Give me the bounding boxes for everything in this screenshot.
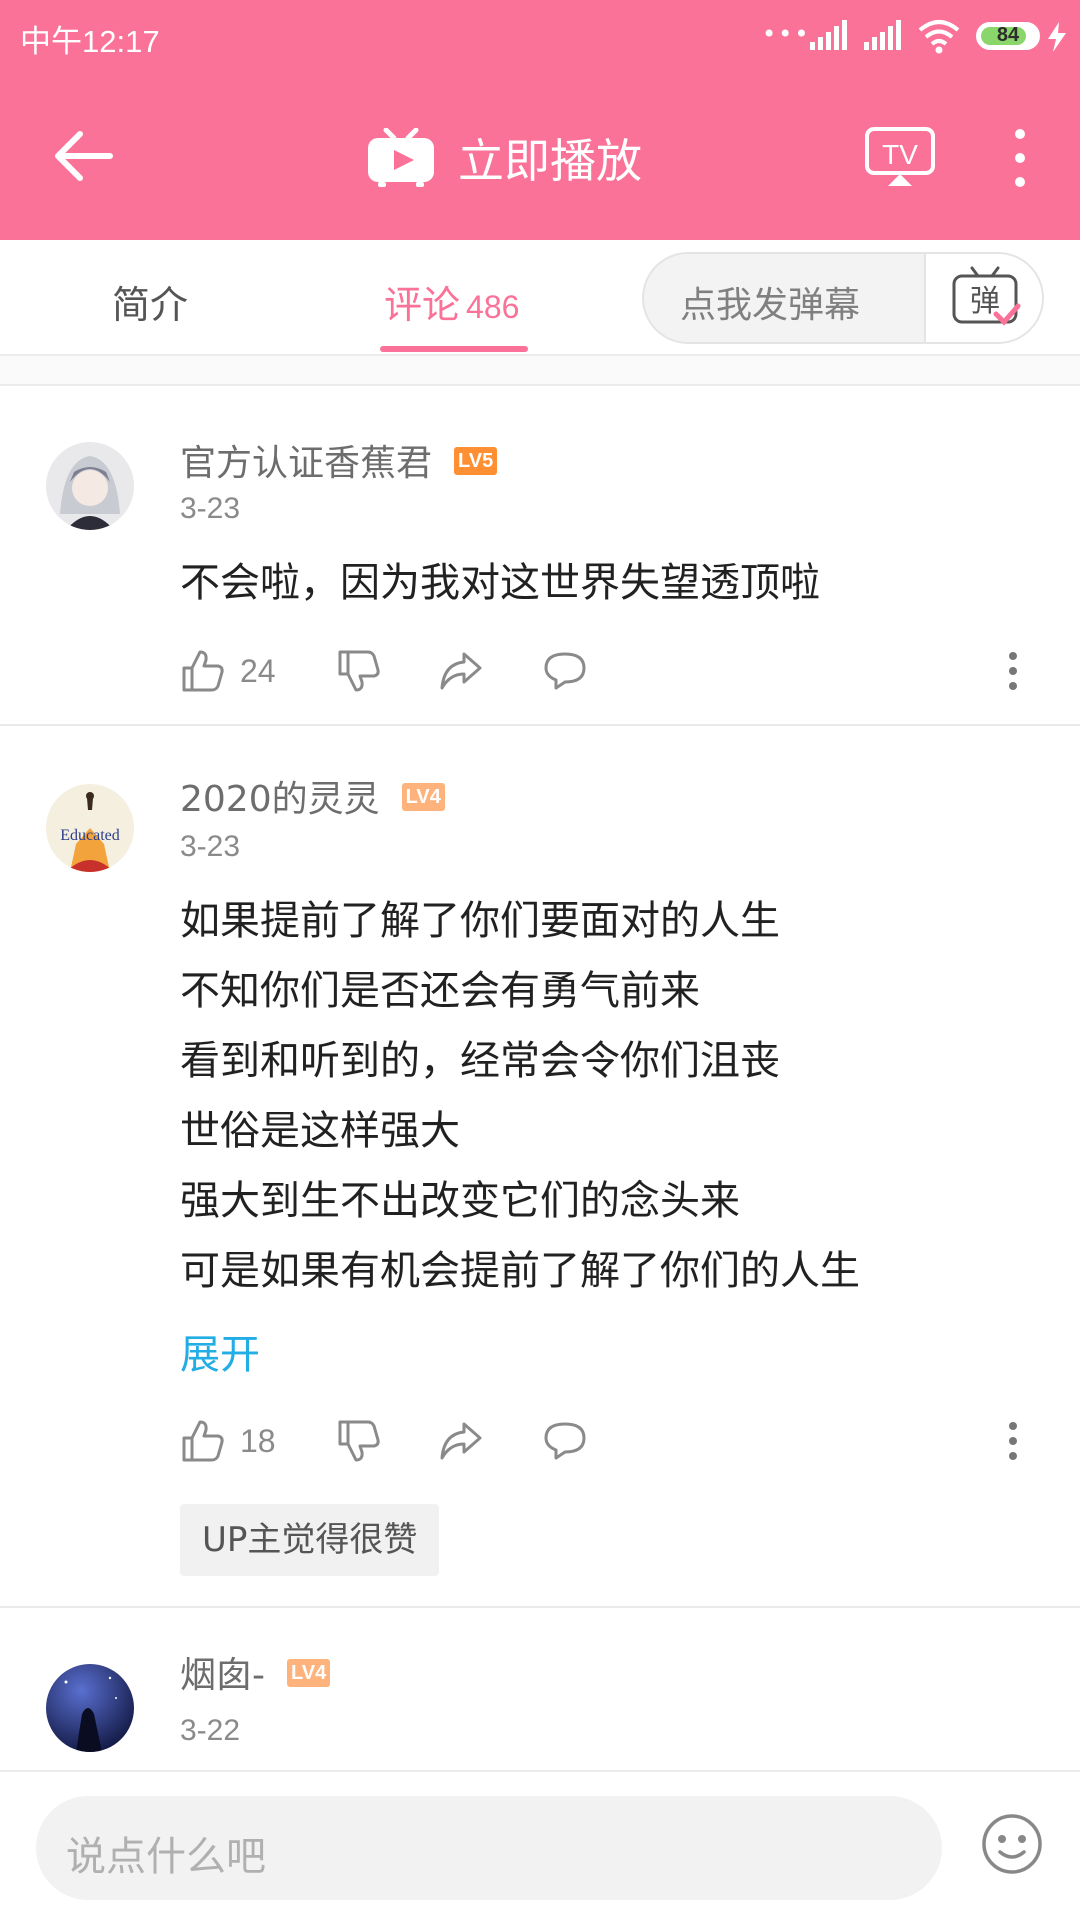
comment-line: 不知你们是否还会有勇气前来 <box>180 968 700 1014</box>
section-separator <box>0 356 1080 386</box>
svg-text:TV: TV <box>882 139 918 170</box>
app-header: 中午12:17 ••• 84 立即播放 TV <box>0 0 1080 240</box>
more-vert-icon <box>1009 652 1017 690</box>
comment-more-button[interactable] <box>998 644 1028 698</box>
comment-line: 可是如果有机会提前了解了你们的人生 <box>180 1248 860 1294</box>
tab-comments-label: 评论 <box>384 283 461 327</box>
notification-dots: ••• <box>762 20 811 48</box>
comment-username[interactable]: 2020的灵灵 LV4 <box>180 770 445 822</box>
username-text: 2020的灵灵 <box>180 779 380 820</box>
avatar[interactable]: Educated <box>46 784 134 872</box>
danmaku-send-button[interactable]: 弹 <box>924 254 1042 342</box>
toolbar-title: 立即播放 <box>458 134 642 188</box>
wifi-icon <box>918 20 960 54</box>
comment-item: Educated 2020的灵灵 LV4 3-23 如果提前了解了你们要面对的人生… <box>0 726 1080 1606</box>
comment-username[interactable]: 官方认证香蕉君 LV5 <box>180 434 498 486</box>
comment-item: 官方认证香蕉君 LV5 3-23 不会啦，因为我对这世界失望透顶啦 24 <box>0 388 1080 724</box>
share-icon <box>440 652 482 690</box>
like-count: 24 <box>240 652 276 689</box>
avatar[interactable] <box>46 442 134 530</box>
thumb-up-icon <box>182 1420 224 1462</box>
back-arrow-icon[interactable] <box>50 126 114 186</box>
chat-bubble-icon <box>544 652 586 690</box>
battery-level: 84 <box>996 24 1020 46</box>
charging-icon <box>1048 22 1066 52</box>
share-button[interactable] <box>438 1414 484 1468</box>
expand-link[interactable]: 展开 <box>180 1322 260 1380</box>
play-now-button[interactable]: 立即播放 <box>366 126 642 190</box>
tv-play-icon <box>368 128 434 187</box>
thumb-down-icon <box>338 650 380 692</box>
tab-strip: 简介 评论 486 点我发弹幕 弹 <box>0 240 1080 356</box>
comment-composer: 说点什么吧 <box>0 1770 1080 1920</box>
up-liked-badge: UP主觉得很赞 <box>180 1504 440 1576</box>
reply-button[interactable] <box>542 1414 588 1468</box>
battery-indicator: 84 <box>976 22 1040 50</box>
chat-bubble-icon <box>544 1422 586 1460</box>
username-text: 烟囱- <box>180 1655 265 1696</box>
comment-line: 强大到生不出改变它们的念头来 <box>180 1178 740 1224</box>
comment-date: 3-23 <box>180 830 241 863</box>
svg-text:Educated: Educated <box>60 827 120 844</box>
comment-count: 486 <box>466 289 520 325</box>
comment-actions: 24 <box>180 644 1040 698</box>
comment-text: 不会啦，因为我对这世界失望透顶啦 <box>180 560 820 606</box>
emoji-icon[interactable] <box>980 1812 1044 1876</box>
level-badge: LV4 <box>287 1659 331 1687</box>
tv-cast-icon[interactable]: TV <box>864 126 936 188</box>
comment-line: 如果提前了解了你们要面对的人生 <box>180 898 780 944</box>
danmaku-placeholder: 点我发弹幕 <box>680 285 861 326</box>
danmaku-input[interactable]: 点我发弹幕 弹 <box>642 252 1044 344</box>
share-button[interactable] <box>438 644 484 698</box>
thumb-down-icon <box>338 1420 380 1462</box>
level-badge: LV4 <box>401 783 445 811</box>
comment-item: 烟囱- LV4 3-22 <box>0 1608 1080 1770</box>
status-bar: 中午12:17 ••• 84 <box>0 0 1080 76</box>
dislike-button[interactable] <box>336 644 382 698</box>
more-vert-icon <box>1009 1422 1017 1460</box>
like-button[interactable]: 24 <box>180 644 276 698</box>
comment-text: 如果提前了解了你们要面对的人生 不知你们是否还会有勇气前来 看到和听到的，经常会… <box>180 886 860 1306</box>
like-count: 18 <box>240 1422 276 1459</box>
signal-icon <box>810 20 847 50</box>
tab-comments[interactable]: 评论 486 <box>384 274 519 329</box>
signal-icon-2 <box>864 20 901 50</box>
level-badge: LV5 <box>454 447 498 475</box>
comment-line: 世俗是这样强大 <box>180 1108 460 1154</box>
comment-date: 3-23 <box>180 492 241 525</box>
reply-button[interactable] <box>542 644 588 698</box>
avatar[interactable] <box>46 1664 134 1752</box>
more-vert-icon[interactable] <box>1002 126 1038 190</box>
like-button[interactable]: 18 <box>180 1414 276 1468</box>
comment-input-placeholder: 说点什么吧 <box>66 1834 266 1880</box>
comment-more-button[interactable] <box>998 1414 1028 1468</box>
share-icon <box>440 1422 482 1460</box>
comment-input[interactable]: 说点什么吧 <box>36 1796 942 1900</box>
username-text: 官方认证香蕉君 <box>180 443 433 484</box>
comment-actions: 18 <box>180 1414 1040 1468</box>
avatar-image <box>46 1664 134 1752</box>
danmaku-toggle-icon: 弹 <box>952 266 1021 326</box>
status-time: 中午12:17 <box>20 24 160 59</box>
toolbar: 立即播放 TV <box>0 96 1080 216</box>
comment-username[interactable]: 烟囱- LV4 <box>180 1646 331 1698</box>
avatar-image: Educated <box>46 784 134 872</box>
dislike-button[interactable] <box>336 1414 382 1468</box>
avatar-image <box>46 442 134 530</box>
comment-date: 3-22 <box>180 1714 241 1747</box>
thumb-up-icon <box>182 650 224 692</box>
comment-line: 看到和听到的，经常会令你们沮丧 <box>180 1038 780 1084</box>
tab-indicator <box>380 346 528 352</box>
tab-intro[interactable]: 简介 <box>112 274 188 329</box>
